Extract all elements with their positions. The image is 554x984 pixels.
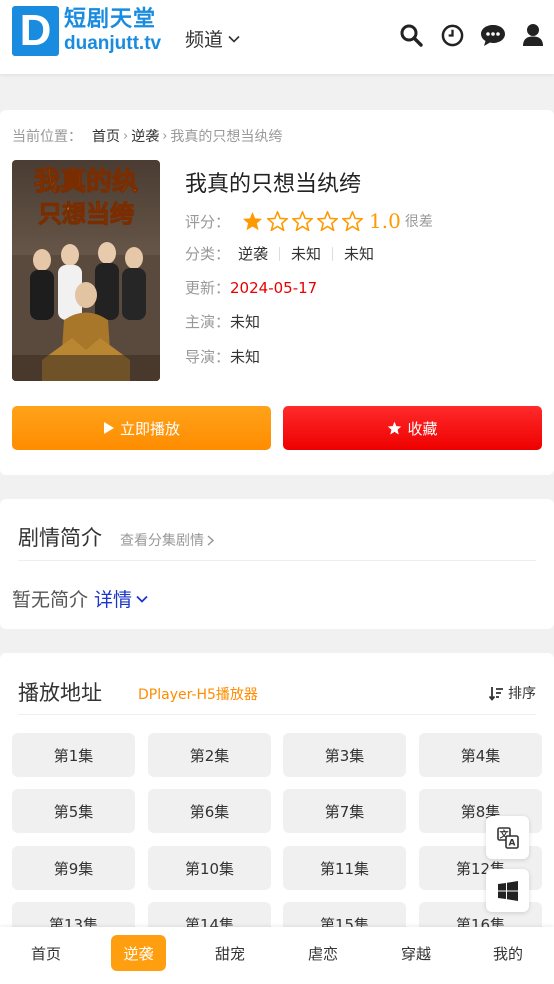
svg-text:我真的纨: 我真的纨 — [34, 166, 138, 197]
director-value: 未知 — [230, 348, 261, 366]
windows-icon — [497, 880, 518, 901]
logo-en: duanjutt.tv — [64, 33, 162, 54]
windows-button[interactable] — [486, 869, 529, 912]
category-tag[interactable]: 未知 — [291, 243, 321, 264]
favorite-button[interactable]: 收藏 — [283, 406, 542, 450]
svg-text:只想当绔: 只想当绔 — [38, 199, 134, 228]
actors-row: 主演： 未知 — [185, 311, 260, 332]
episode-button[interactable]: 第9集 — [12, 846, 135, 890]
drama-poster[interactable]: 我真的纨 只想当绔 — [12, 160, 160, 381]
director-label: 导演： — [185, 348, 231, 366]
bottom-nav: 首页 逆袭 甜宠 虐恋 穿越 我的 — [0, 927, 554, 984]
episode-button[interactable]: 第1集 — [12, 733, 135, 777]
logo-text: 短剧天堂 duanjutt.tv — [64, 7, 162, 54]
episode-button[interactable]: 第6集 — [148, 789, 271, 833]
play-icon — [103, 422, 114, 434]
player-name[interactable]: DPlayer-H5播放器 — [138, 684, 258, 704]
updated-date: 2024-05-17 — [230, 278, 318, 297]
details-label: 详情 — [94, 589, 133, 611]
star-empty-icon — [317, 211, 339, 231]
breadcrumb-current: 我真的只想当纨绔 — [170, 129, 283, 145]
star-filled-icon — [242, 211, 263, 231]
translate-button[interactable]: 文 A — [486, 816, 529, 859]
episode-button[interactable]: 第3集 — [283, 733, 406, 777]
svg-text:A: A — [508, 838, 515, 848]
breadcrumb-prefix: 当前位置： — [12, 129, 82, 145]
view-episodes-link[interactable]: 查看分集剧情 — [120, 530, 214, 550]
view-episodes-label: 查看分集剧情 — [120, 533, 204, 549]
episode-button[interactable]: 第10集 — [148, 846, 271, 890]
director-row: 导演： 未知 — [185, 346, 260, 367]
sort-label: 排序 — [508, 686, 536, 702]
bottom-nav-nuelian[interactable]: 虐恋 — [299, 935, 347, 971]
logo-mark: D — [12, 6, 59, 56]
user-icon[interactable] — [520, 22, 546, 48]
channel-label: 频道 — [185, 29, 224, 51]
chevron-right-icon — [207, 534, 214, 546]
tag-divider — [279, 246, 281, 261]
actors-label: 主演： — [185, 313, 231, 331]
episode-button[interactable]: 第11集 — [283, 846, 406, 890]
bottom-nav-nixi[interactable]: 逆袭 — [111, 935, 166, 971]
logo-letter: D — [19, 6, 52, 55]
favorite-label: 收藏 — [407, 419, 438, 438]
synopsis-empty: 暂无简介 — [12, 589, 89, 611]
chevron-down-icon — [228, 35, 240, 43]
star-empty-icon — [292, 211, 314, 231]
clock-icon[interactable] — [439, 22, 465, 48]
breadcrumb-chevron-icon: › — [123, 128, 129, 144]
category-tag[interactable]: 未知 — [344, 243, 374, 264]
site-logo[interactable]: D 短剧天堂 duanjutt.tv — [12, 6, 161, 56]
chat-icon[interactable] — [480, 22, 506, 48]
rating-word: 很差 — [404, 214, 433, 230]
bottom-nav-mine[interactable]: 我的 — [484, 935, 532, 971]
breadcrumb-chevron-icon: › — [162, 128, 168, 144]
episode-button[interactable]: 第7集 — [283, 789, 406, 833]
top-header: D 短剧天堂 duanjutt.tv 频道 — [0, 0, 554, 74]
breadcrumb-category[interactable]: 逆袭 — [131, 126, 159, 146]
synopsis-card: 剧情简介 查看分集剧情 暂无简介 详情 — [0, 499, 554, 629]
drama-detail-card: 当前位置： 首页 › 逆袭 › 我真的只想当纨绔 我真的纨 只想当绔 我真的只想… — [0, 110, 554, 475]
episode-button[interactable]: 第5集 — [12, 789, 135, 833]
bottom-nav-tianchong[interactable]: 甜宠 — [206, 935, 254, 971]
rating-score: 1.0 — [369, 209, 401, 233]
search-icon[interactable] — [398, 22, 424, 48]
rating-row: 评分： 1.0 很差 — [185, 209, 433, 233]
breadcrumb: 当前位置： 首页 › 逆袭 › 我真的只想当纨绔 — [12, 126, 282, 146]
synopsis-body: 暂无简介 详情 — [12, 585, 148, 612]
updated-row: 更新： 2024-05-17 — [185, 277, 317, 298]
playlist-title: 播放地址 — [18, 681, 102, 705]
category-tag[interactable]: 逆袭 — [238, 243, 268, 264]
logo-cn: 短剧天堂 — [64, 7, 157, 32]
rating-label: 评分： — [185, 212, 231, 231]
section-divider — [18, 714, 536, 715]
star-empty-icon — [267, 211, 289, 231]
rating-stars — [242, 211, 367, 231]
category-label: 分类： — [185, 245, 231, 263]
episode-button[interactable]: 第2集 — [148, 733, 271, 777]
star-icon — [388, 421, 402, 435]
episode-button[interactable]: 第4集 — [419, 733, 542, 777]
synopsis-title: 剧情简介 — [18, 526, 102, 550]
play-now-label: 立即播放 — [119, 419, 180, 438]
channel-dropdown[interactable]: 频道 — [185, 25, 240, 52]
sort-button[interactable]: 排序 — [489, 683, 536, 703]
drama-title: 我真的只想当纨绔 — [185, 172, 362, 197]
chevron-down-icon — [136, 595, 148, 603]
updated-label: 更新： — [185, 279, 231, 297]
tag-divider — [332, 246, 334, 261]
category-row: 分类： 逆袭 未知 未知 — [185, 243, 374, 264]
play-now-button[interactable]: 立即播放 — [12, 406, 271, 450]
actors-value: 未知 — [230, 313, 261, 331]
section-divider — [18, 560, 536, 561]
bottom-nav-chuanyue[interactable]: 穿越 — [392, 935, 440, 971]
star-empty-icon — [342, 211, 364, 231]
bottom-nav-home[interactable]: 首页 — [22, 935, 70, 971]
sort-icon — [489, 686, 503, 701]
translate-icon: 文 A — [496, 826, 519, 849]
breadcrumb-home[interactable]: 首页 — [92, 126, 120, 146]
details-toggle[interactable]: 详情 — [94, 585, 148, 612]
